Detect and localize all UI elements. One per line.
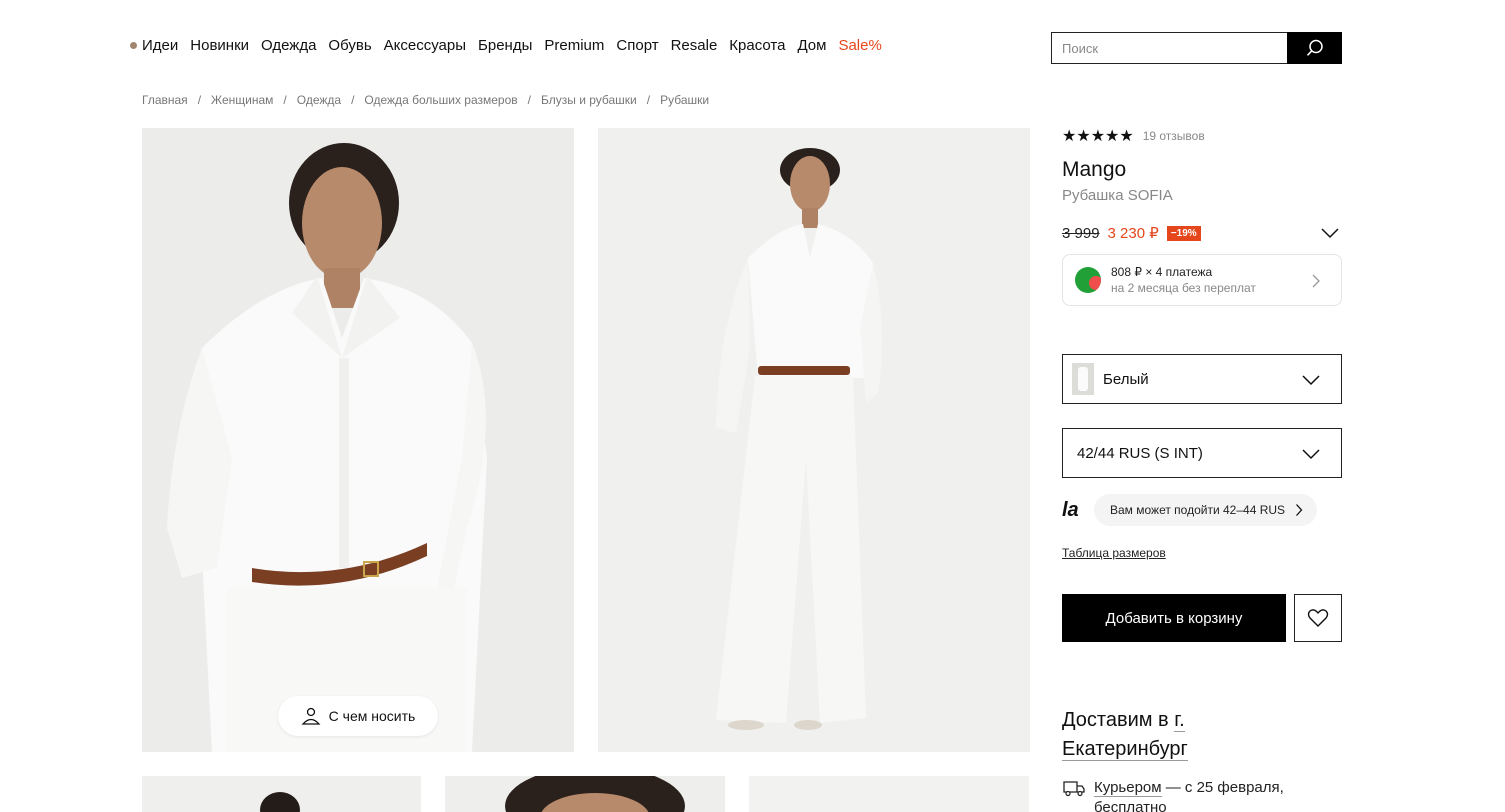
thumbnail-image [445,776,725,812]
reviews-count[interactable]: 19 отзывов [1143,129,1205,143]
delivery-heading: Доставим в г. Екатеринбург [1062,706,1282,764]
rating[interactable]: ★★★★★ 19 отзывов [1062,126,1205,146]
truck-icon [1063,781,1085,797]
search-button[interactable] [1287,32,1342,64]
selected-size: 42/44 RUS (S INT) [1077,444,1203,462]
heart-icon [1307,609,1329,627]
selected-color: Белый [1103,370,1149,388]
size-hint-button[interactable]: Вам может подойти 42–44 RUS [1094,494,1318,526]
main-nav: Идеи Новинки Одежда Обувь Аксессуары Бре… [130,37,894,54]
price-block: 3 999 3 230 ₽ −19% [1062,224,1201,242]
model-closeup-image [142,128,574,752]
breadcrumb-plus-size[interactable]: Одежда больших размеров [364,93,517,107]
product-thumbnail[interactable] [749,776,1029,812]
sale-price: 3 230 ₽ [1107,225,1159,242]
breadcrumb-separator: / [351,93,355,107]
split-payment-logo-icon [1075,267,1101,293]
breadcrumb: Главная / Женщинам / Одежда / Одежда больши… [142,93,709,107]
search-icon [1306,39,1323,56]
nav-item-clothing[interactable]: Одежда [261,37,316,54]
courier-date: — с 25 февраля, [1161,779,1284,796]
chevron-down-icon [1302,449,1320,460]
breadcrumb-blouses[interactable]: Блузы и рубашки [541,93,637,107]
product-photo-main[interactable] [142,128,574,752]
nav-item-resale[interactable]: Resale [671,37,718,54]
breadcrumb-home[interactable]: Главная [142,93,188,107]
thumbnail-image [142,776,421,812]
chevron-right-icon [1296,504,1303,516]
chevron-down-icon [1302,375,1320,386]
breadcrumb-separator: / [283,93,287,107]
nav-item-home[interactable]: Дом [797,37,826,54]
thumbnail-image [749,776,1029,812]
courier-price: бесплатно [1094,799,1167,812]
nav-item-brands[interactable]: Бренды [478,37,532,54]
nav-item-shoes[interactable]: Обувь [328,37,371,54]
nav-item-sale[interactable]: Sale% [838,37,881,54]
what-to-wear-button[interactable]: С чем носить [278,696,438,736]
search-bar [1051,32,1342,64]
nav-item-new[interactable]: Новинки [190,37,249,54]
model-fullbody-image [598,128,1030,752]
product-thumbnail[interactable] [142,776,421,812]
add-to-cart-button[interactable]: Добавить в корзину [1062,594,1286,642]
chevron-right-icon [1312,274,1320,288]
installment-banner[interactable]: 808 ₽ × 4 платежа на 2 месяца без перепл… [1062,254,1342,306]
product-photo-full[interactable] [598,128,1030,752]
color-select[interactable]: Белый [1062,354,1342,404]
product-thumbnail[interactable] [445,776,725,812]
nav-item-sport[interactable]: Спорт [616,37,658,54]
rating-stars: ★★★★★ [1062,128,1134,145]
nav-item-premium[interactable]: Premium [544,37,604,54]
breadcrumb-shirts[interactable]: Рубашки [660,93,709,107]
wishlist-button[interactable] [1294,594,1342,642]
courier-link[interactable]: Курьером [1094,779,1162,797]
nav-item-beauty[interactable]: Красота [729,37,785,54]
courier-option: Курьером — с 25 февраля, бесплатно [1062,778,1284,812]
chevron-down-icon [1321,228,1339,239]
product-brand[interactable]: Mango [1062,158,1126,182]
installment-amount: 808 ₽ × 4 платежа [1111,265,1213,279]
size-select[interactable]: 42/44 RUS (S INT) [1062,428,1342,478]
size-table-link[interactable]: Таблица размеров [1062,546,1166,560]
installment-terms: на 2 месяца без переплат [1111,281,1256,295]
color-swatch [1072,363,1094,395]
price-details-toggle[interactable] [1320,226,1340,245]
discount-badge: −19% [1166,225,1201,241]
search-input[interactable] [1051,32,1287,64]
nav-item-ideas[interactable]: Идеи [142,37,178,54]
fit-service-logo: la [1062,498,1079,521]
breadcrumb-women[interactable]: Женщинам [211,93,273,107]
product-name: Рубашка SOFIA [1062,187,1173,204]
breadcrumb-separator: / [197,93,202,107]
hanger-person-icon [301,707,321,725]
delivery-prefix: Доставим в [1062,709,1169,731]
size-hint-text: Вам может подойти 42–44 RUS [1110,503,1286,517]
size-recommendation: la Вам может подойти 42–44 RUS [1062,494,1318,526]
nav-item-accessories[interactable]: Аксессуары [384,37,466,54]
breadcrumb-clothing[interactable]: Одежда [297,93,341,107]
ideas-dot-icon [130,42,137,49]
breadcrumb-separator: / [527,93,531,107]
what-to-wear-label: С чем носить [328,708,416,724]
breadcrumb-separator: / [646,93,651,107]
old-price: 3 999 [1062,224,1100,242]
